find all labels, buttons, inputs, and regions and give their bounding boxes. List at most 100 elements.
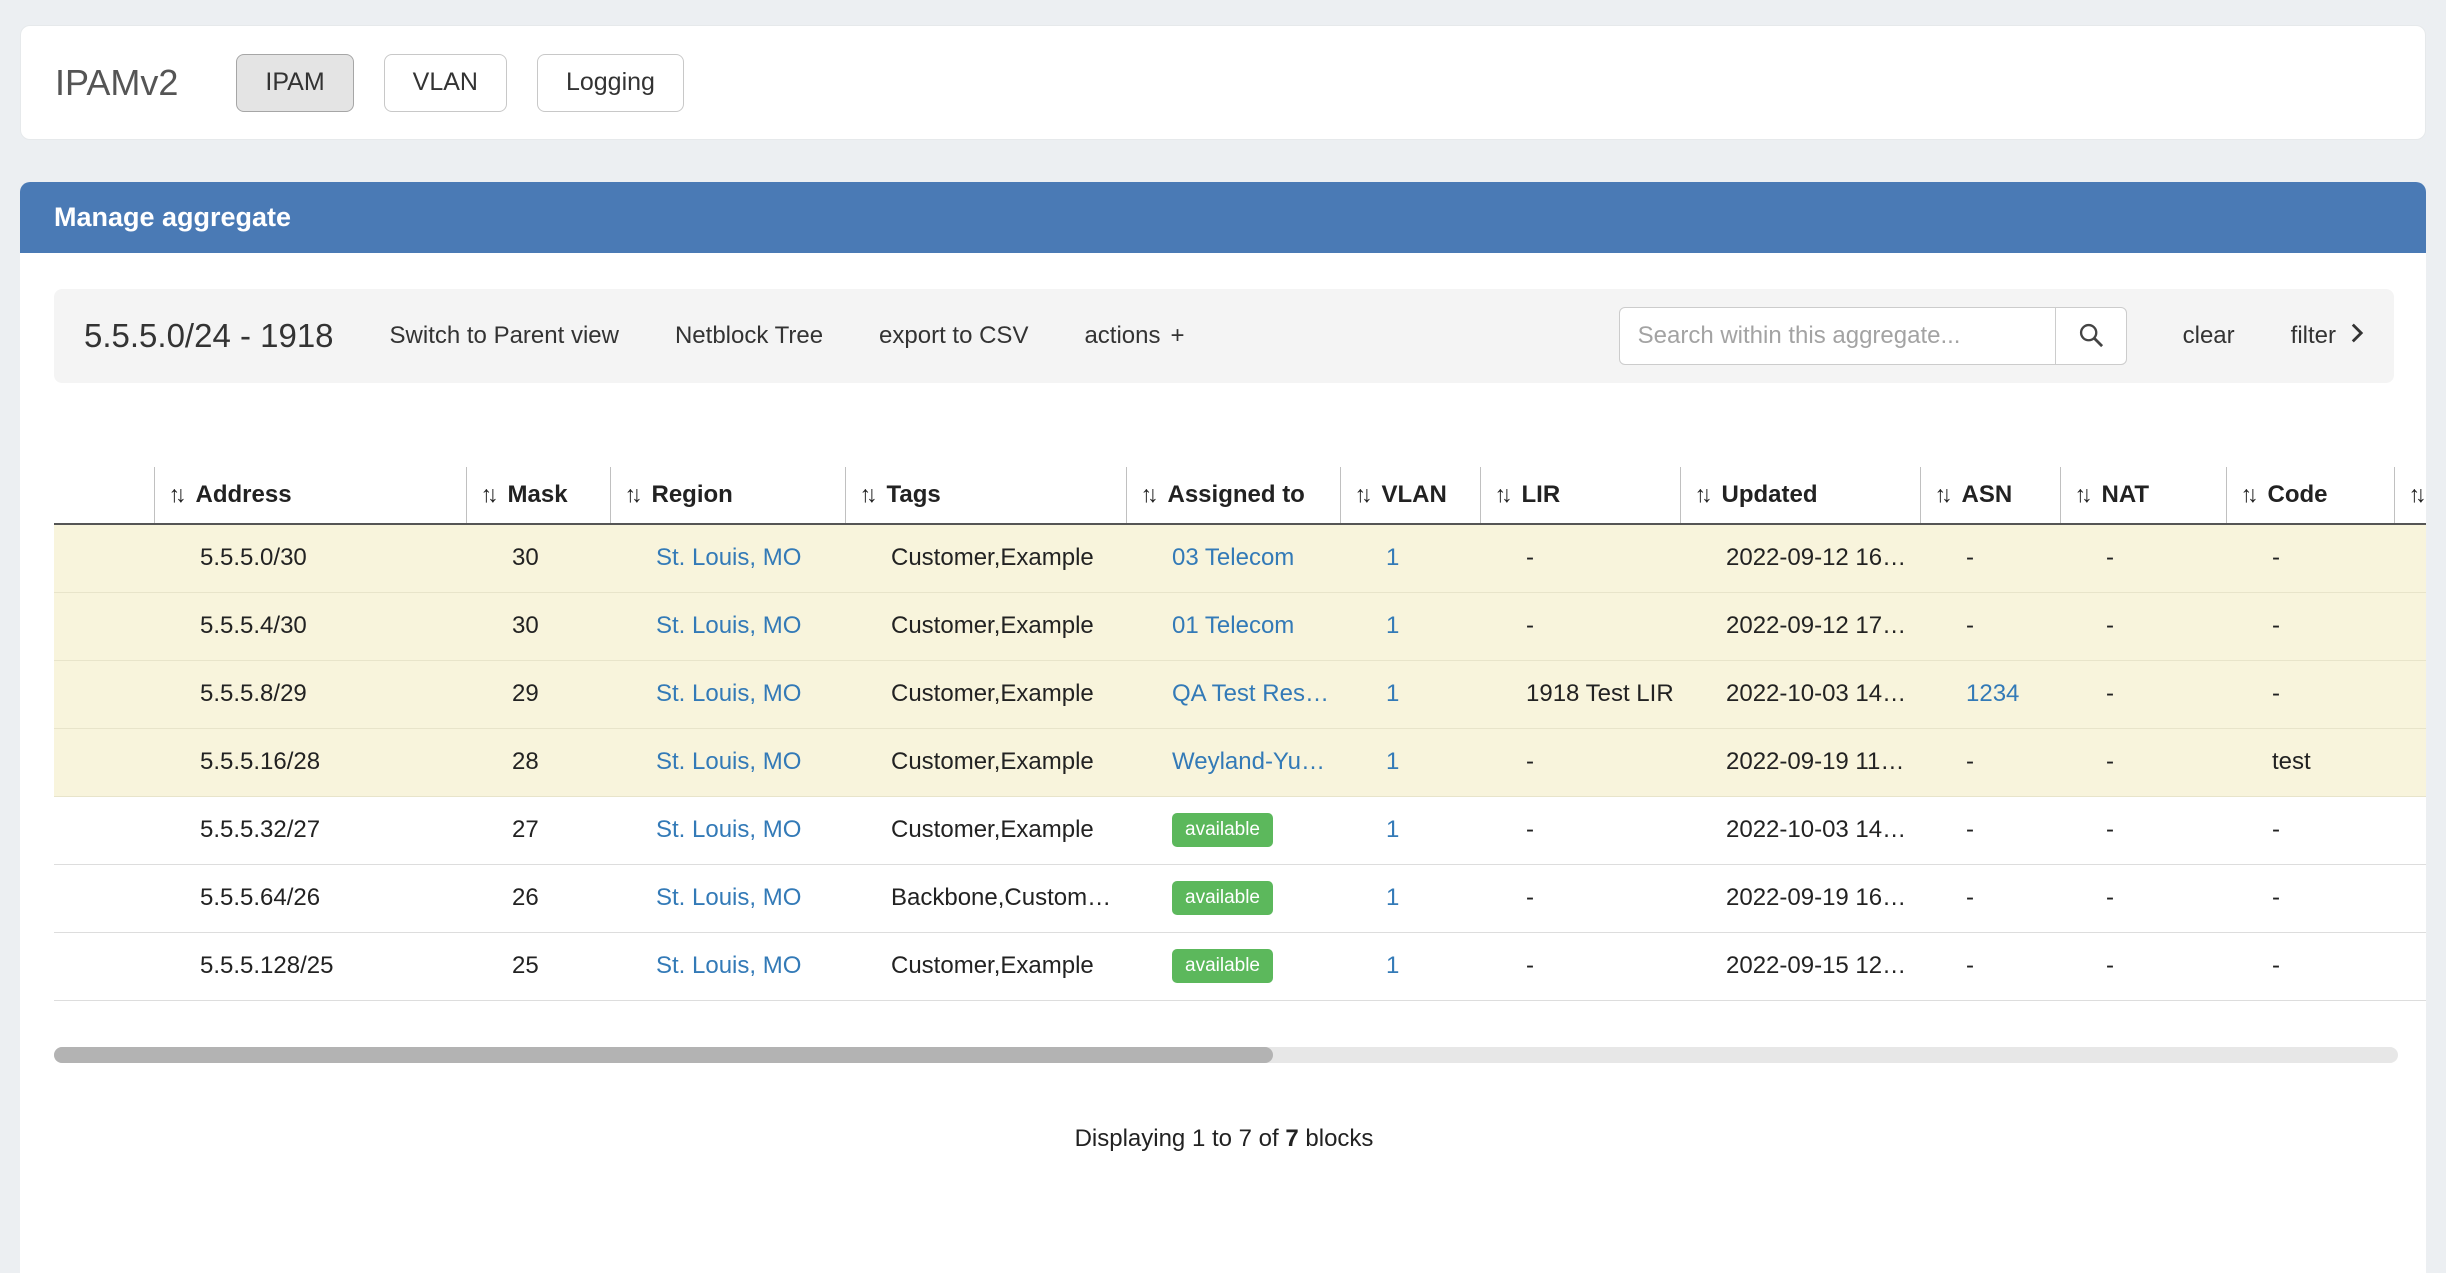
region-link[interactable]: St. Louis, MO (656, 816, 801, 843)
cell-code: - (2226, 592, 2394, 660)
cell-vlan: 1 (1340, 796, 1480, 864)
vlan-link[interactable]: 1 (1386, 612, 1399, 639)
sort-icon: ↑↓ (1141, 481, 1154, 507)
sort-icon: ↑↓ (1695, 481, 1708, 507)
clear-filter-link[interactable]: clear (2183, 322, 2235, 350)
cell-address: 5.5.5.32/27 (154, 796, 466, 864)
cell-assigned: available (1126, 864, 1340, 932)
cell-spacer (54, 796, 154, 864)
switch-parent-view-link[interactable]: Switch to Parent view (390, 322, 619, 350)
cell-mask: 30 (466, 524, 610, 592)
sort-icon: ↑↓ (169, 481, 182, 507)
vlan-link[interactable]: 1 (1386, 884, 1399, 911)
column-header-nat[interactable]: ↑↓NAT (2060, 467, 2226, 524)
cell-mask: 26 (466, 864, 610, 932)
region-link[interactable]: St. Louis, MO (656, 680, 801, 707)
sort-icon: ↑↓ (1935, 481, 1948, 507)
cell-assigned: available (1126, 932, 1340, 1000)
cell-overflow (2394, 864, 2426, 932)
available-badge[interactable]: available (1172, 881, 1273, 915)
table-row: 5.5.5.16/2828St. Louis, MOCustomer,Examp… (54, 728, 2426, 796)
search-icon (2077, 321, 2105, 352)
assigned-link[interactable]: Weyland-Yu… (1172, 748, 1325, 775)
column-header-region[interactable]: ↑↓Region (610, 467, 845, 524)
tab-logging[interactable]: Logging (537, 54, 684, 112)
vlan-link[interactable]: 1 (1386, 544, 1399, 571)
table-summary: Displaying 1 to 7 of 7 blocks (54, 1125, 2394, 1153)
sort-icon: ↑↓ (1495, 481, 1508, 507)
region-link[interactable]: St. Louis, MO (656, 952, 801, 979)
column-header-overflow[interactable]: ↑↓ (2394, 467, 2426, 524)
horizontal-scrollbar-track[interactable] (54, 1047, 2398, 1063)
column-header-code[interactable]: ↑↓Code (2226, 467, 2394, 524)
filter-label: filter (2291, 322, 2336, 350)
tab-vlan[interactable]: VLAN (384, 54, 507, 112)
cell-assigned: Weyland-Yu… (1126, 728, 1340, 796)
column-header-mask[interactable]: ↑↓Mask (466, 467, 610, 524)
aggregate-title: 5.5.5.0/24 - 1918 (84, 317, 334, 355)
cell-mask: 27 (466, 796, 610, 864)
cell-region: St. Louis, MO (610, 796, 845, 864)
cell-assigned: 03 Telecom (1126, 524, 1340, 592)
column-label: Updated (1722, 481, 1818, 508)
sort-icon: ↑↓ (1355, 481, 1368, 507)
assigned-link[interactable]: 03 Telecom (1172, 544, 1294, 571)
vlan-link[interactable]: 1 (1386, 952, 1399, 979)
tab-ipam[interactable]: IPAM (236, 54, 353, 112)
region-link[interactable]: St. Louis, MO (656, 544, 801, 571)
vlan-link[interactable]: 1 (1386, 680, 1399, 707)
cell-overflow (2394, 932, 2426, 1000)
cell-tags: Customer,Example (845, 796, 1126, 864)
sort-icon: ↑↓ (481, 481, 494, 507)
column-header-assigned[interactable]: ↑↓Assigned to (1126, 467, 1340, 524)
region-link[interactable]: St. Louis, MO (656, 612, 801, 639)
column-label: Region (652, 481, 733, 508)
search-input[interactable] (1619, 307, 2056, 365)
manage-aggregate-panel: Manage aggregate 5.5.5.0/24 - 1918 Switc… (20, 182, 2426, 1273)
cell-overflow (2394, 592, 2426, 660)
summary-suffix: blocks (1305, 1125, 1373, 1152)
cell-tags: Customer,Example (845, 660, 1126, 728)
table-row: 5.5.5.128/2525St. Louis, MOCustomer,Exam… (54, 932, 2426, 1000)
filter-link[interactable]: filter (2291, 321, 2364, 352)
cell-mask: 29 (466, 660, 610, 728)
column-label: ASN (1962, 481, 2013, 508)
cell-spacer (54, 864, 154, 932)
horizontal-scrollbar-thumb[interactable] (54, 1047, 1273, 1063)
cell-asn: - (1920, 932, 2060, 1000)
column-header-tags[interactable]: ↑↓Tags (845, 467, 1126, 524)
column-header-address[interactable]: ↑↓ Address (154, 467, 466, 524)
column-label: Address (196, 481, 292, 508)
region-link[interactable]: St. Louis, MO (656, 748, 801, 775)
table-header-row: ↑↓Address↑↓Mask↑↓Region↑↓Tags↑↓Assigned … (54, 467, 2426, 524)
column-header-lir[interactable]: ↑↓LIR (1480, 467, 1680, 524)
cell-region: St. Louis, MO (610, 660, 845, 728)
vlan-link[interactable]: 1 (1386, 816, 1399, 843)
assigned-link[interactable]: 01 Telecom (1172, 612, 1294, 639)
available-badge[interactable]: available (1172, 813, 1273, 847)
available-badge[interactable]: available (1172, 949, 1273, 983)
netblock-tree-link[interactable]: Netblock Tree (675, 322, 823, 350)
cell-spacer (54, 728, 154, 796)
cell-updated: 2022-09-19 11… (1680, 728, 1920, 796)
column-header-vlan[interactable]: ↑↓ VLAN (1340, 467, 1480, 524)
column-header-updated[interactable]: ↑↓ Updated (1680, 467, 1920, 524)
cell-lir: - (1480, 524, 1680, 592)
cell-lir: - (1480, 592, 1680, 660)
region-link[interactable]: St. Louis, MO (656, 884, 801, 911)
vlan-link[interactable]: 1 (1386, 748, 1399, 775)
export-csv-link[interactable]: export to CSV (879, 322, 1028, 350)
cell-nat: - (2060, 592, 2226, 660)
cell-address: 5.5.5.16/28 (154, 728, 466, 796)
cell-code: - (2226, 660, 2394, 728)
actions-menu-link[interactable]: actions+ (1084, 322, 1184, 350)
cell-updated: 2022-09-15 12… (1680, 932, 1920, 1000)
cell-code: test (2226, 728, 2394, 796)
column-label: VLAN (1382, 481, 1447, 508)
asn-link[interactable]: 1234 (1966, 680, 2019, 707)
search-button[interactable] (2055, 307, 2127, 365)
cell-code: - (2226, 932, 2394, 1000)
column-header-asn[interactable]: ↑↓ ASN (1920, 467, 2060, 524)
assigned-link[interactable]: QA Test Res… (1172, 680, 1329, 707)
cell-vlan: 1 (1340, 932, 1480, 1000)
